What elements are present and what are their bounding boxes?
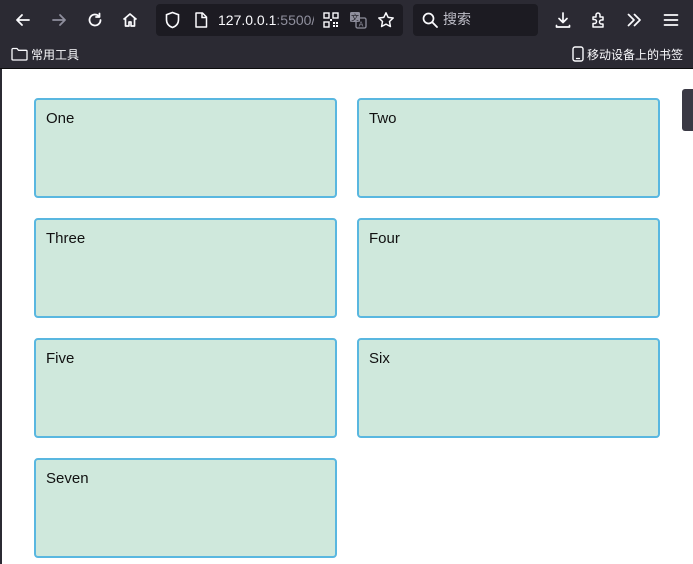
mobile-bookmarks-folder[interactable]: 移动设备上的书签 bbox=[572, 40, 683, 68]
box-grid: One Two Three Four Five Six Seven bbox=[34, 98, 660, 558]
back-button[interactable] bbox=[9, 6, 37, 34]
arrow-left-icon bbox=[16, 14, 30, 26]
grid-box: Four bbox=[357, 218, 660, 318]
download-icon bbox=[555, 12, 571, 28]
qr-code-icon[interactable] bbox=[323, 12, 339, 32]
forward-button[interactable] bbox=[45, 6, 73, 34]
browser-toolbar: 127.0.0.1:5500/ 文A 搜索 bbox=[0, 0, 693, 40]
bookmark-star-icon[interactable] bbox=[377, 11, 395, 33]
shield-icon[interactable] bbox=[164, 11, 181, 33]
folder-icon bbox=[11, 47, 28, 61]
svg-text:A: A bbox=[359, 21, 364, 29]
search-icon bbox=[422, 12, 438, 32]
url-port: :5500/ bbox=[276, 12, 314, 28]
extensions-button[interactable] bbox=[585, 6, 613, 34]
grid-box: Three bbox=[34, 218, 337, 318]
url-host: 127.0.0.1 bbox=[218, 12, 277, 28]
window-left-edge bbox=[0, 69, 2, 564]
chrome-divider bbox=[0, 68, 693, 69]
mobile-device-icon bbox=[572, 46, 584, 62]
grid-box: Five bbox=[34, 338, 337, 438]
search-placeholder: 搜索 bbox=[443, 12, 471, 28]
double-chevron-right-icon bbox=[627, 13, 641, 27]
hamburger-icon bbox=[663, 14, 679, 26]
home-icon bbox=[122, 13, 138, 27]
overflow-menu-button[interactable] bbox=[620, 6, 648, 34]
app-menu-button[interactable] bbox=[657, 6, 685, 34]
grid-box: Six bbox=[357, 338, 660, 438]
bookmark-label: 常用工具 bbox=[31, 47, 80, 62]
arrow-right-icon bbox=[52, 14, 66, 26]
search-bar[interactable]: 搜索 bbox=[413, 4, 538, 36]
translate-icon[interactable]: 文A bbox=[349, 11, 367, 33]
bookmarks-toolbar: 常用工具 移动设备上的书签 bbox=[0, 40, 693, 68]
url-text[interactable]: 127.0.0.1:5500/ bbox=[218, 4, 314, 36]
grid-box: Seven bbox=[34, 458, 337, 558]
url-bar[interactable]: 127.0.0.1:5500/ 文A bbox=[156, 4, 403, 36]
reload-icon bbox=[88, 12, 102, 27]
puzzle-icon bbox=[592, 12, 604, 28]
bookmark-folder-common-tools[interactable]: 常用工具 bbox=[11, 40, 79, 68]
home-button[interactable] bbox=[116, 6, 144, 34]
side-panel-handle[interactable] bbox=[682, 89, 693, 131]
grid-box: One bbox=[34, 98, 337, 198]
grid-box: Two bbox=[357, 98, 660, 198]
downloads-button[interactable] bbox=[549, 6, 577, 34]
reload-button[interactable] bbox=[81, 6, 109, 34]
page-info-icon[interactable] bbox=[194, 12, 208, 32]
bookmark-label: 移动设备上的书签 bbox=[587, 47, 684, 62]
